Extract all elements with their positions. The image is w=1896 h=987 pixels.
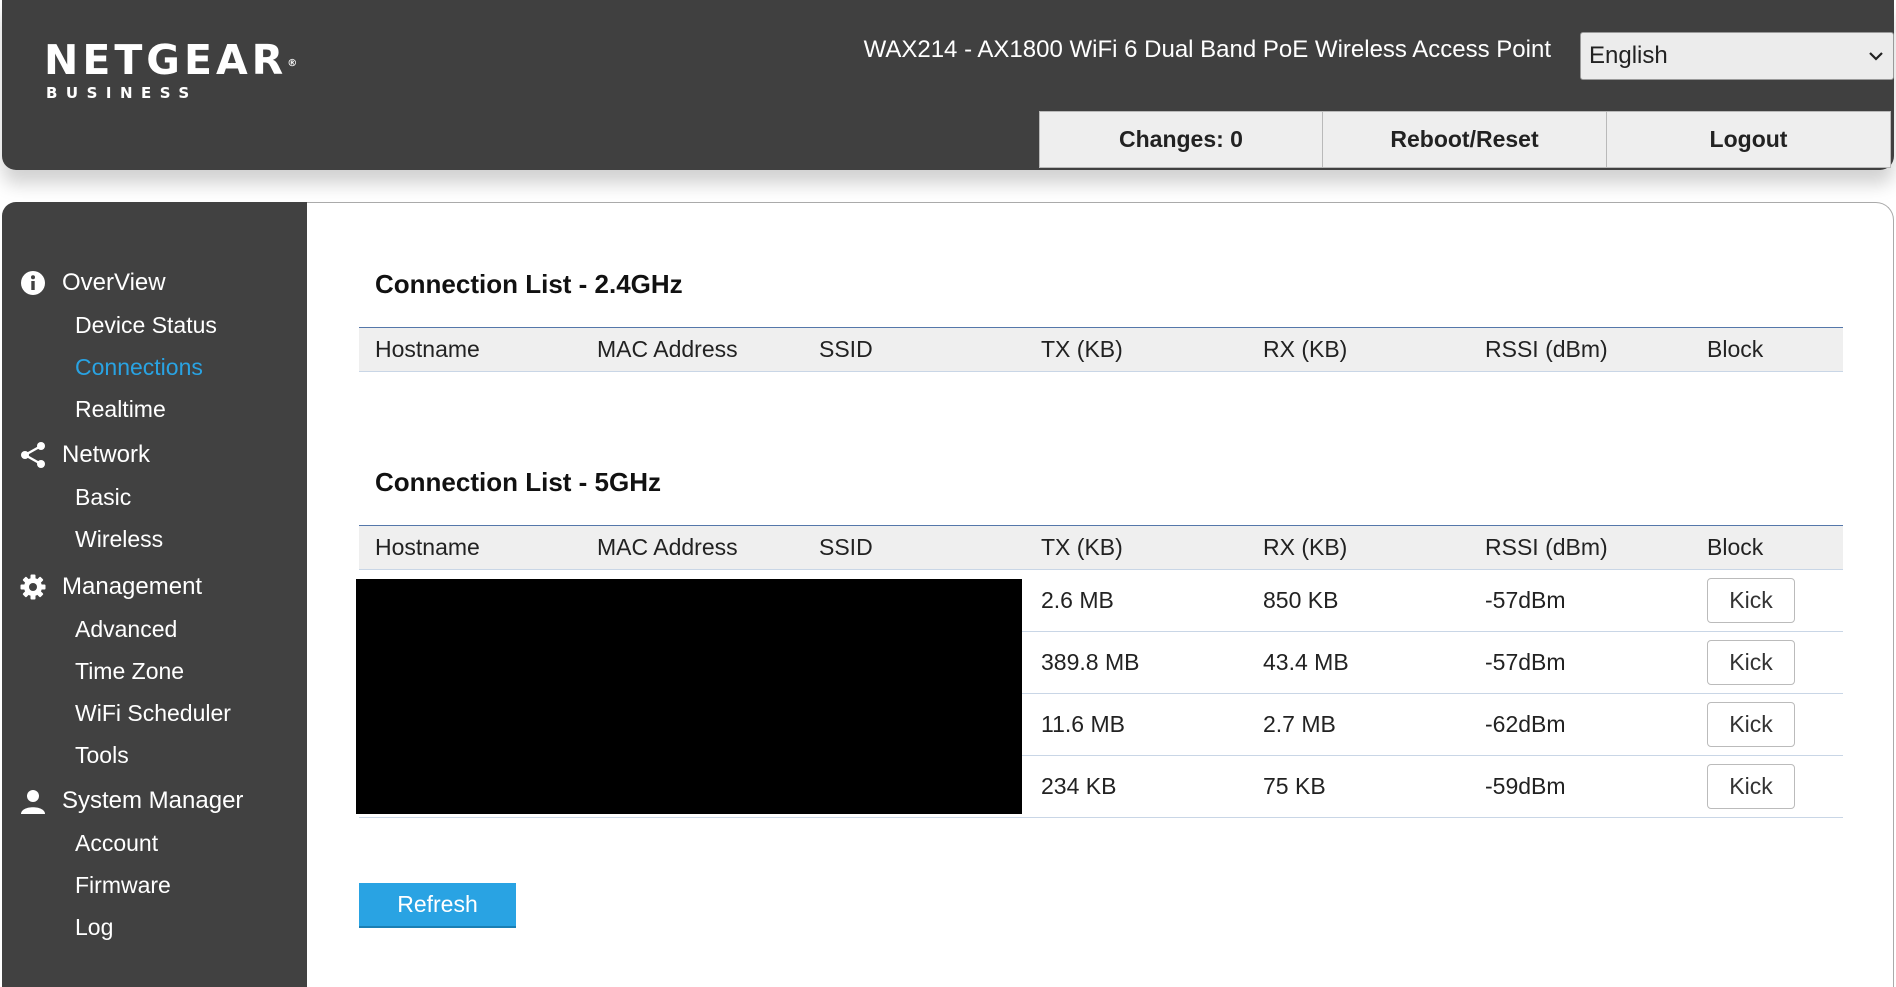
sidebar-group-label: Network	[62, 441, 151, 468]
cell-rx: 2.7 MB	[1263, 711, 1336, 737]
column-header-block: Block	[1707, 336, 1764, 362]
cell-rssi: -62dBm	[1485, 711, 1566, 737]
user-icon	[18, 786, 48, 816]
logo-wordmark: NETGEAR	[44, 36, 288, 84]
language-select[interactable]: English	[1580, 32, 1894, 80]
sidebar-item-wireless[interactable]: Wireless	[75, 526, 163, 553]
column-header-hostname: Hostname	[375, 336, 480, 362]
logout-button[interactable]: Logout	[1607, 111, 1891, 168]
kick-button[interactable]: Kick	[1707, 578, 1795, 623]
column-header-tx: TX (KB)	[1041, 336, 1123, 362]
column-header-ssid: SSID	[819, 534, 873, 560]
cell-rssi: -57dBm	[1485, 587, 1566, 613]
logo-subtitle: BUSINESS	[46, 84, 198, 102]
registered-mark: ®	[287, 58, 298, 69]
column-header-rx: RX (KB)	[1263, 534, 1348, 560]
sidebar-group-label: System Manager	[62, 787, 244, 814]
changes-button[interactable]: Changes: 0	[1039, 111, 1323, 168]
column-header-tx: TX (KB)	[1041, 534, 1123, 560]
refresh-button[interactable]: Refresh	[359, 883, 516, 928]
sidebar-item-realtime[interactable]: Realtime	[75, 396, 166, 423]
cell-rx: 850 KB	[1263, 587, 1339, 613]
cell-tx: 234 KB	[1041, 773, 1117, 799]
share-icon	[18, 440, 48, 470]
cell-tx: 2.6 MB	[1041, 587, 1114, 613]
column-header-hostname: Hostname	[375, 534, 480, 560]
column-header-rx: RX (KB)	[1263, 336, 1348, 362]
sidebar-group-overview[interactable]: OverView	[18, 268, 166, 298]
chevron-down-icon	[1859, 51, 1893, 61]
sidebar: OverView Device Status Connections Realt…	[2, 202, 307, 987]
cell-rssi: -57dBm	[1485, 649, 1566, 675]
product-title: WAX214 - AX1800 WiFi 6 Dual Band PoE Wir…	[863, 36, 1551, 63]
sidebar-group-label: OverView	[62, 269, 166, 296]
sidebar-item-time-zone[interactable]: Time Zone	[75, 658, 184, 685]
column-header-ssid: SSID	[819, 336, 873, 362]
column-header-mac-address: MAC Address	[597, 534, 738, 560]
sidebar-item-advanced[interactable]: Advanced	[75, 616, 177, 643]
sidebar-item-device-status[interactable]: Device Status	[75, 312, 217, 339]
kick-button[interactable]: Kick	[1707, 764, 1795, 809]
sidebar-item-wifi-scheduler[interactable]: WiFi Scheduler	[75, 700, 231, 727]
sidebar-item-connections[interactable]: Connections	[75, 354, 203, 381]
language-selected-value: English	[1589, 42, 1668, 69]
top-header: NETGEAR® BUSINESS WAX214 - AX1800 WiFi 6…	[2, 0, 1894, 170]
kick-button[interactable]: Kick	[1707, 640, 1795, 685]
cell-rssi: -59dBm	[1485, 773, 1566, 799]
cell-rx: 43.4 MB	[1263, 649, 1349, 675]
reboot-reset-button[interactable]: Reboot/Reset	[1323, 111, 1607, 168]
main-content: Connection List - 2.4GHz Hostname MAC Ad…	[307, 202, 1894, 987]
sidebar-group-network[interactable]: Network	[18, 440, 150, 470]
header-button-bar: Changes: 0 Reboot/Reset Logout	[1039, 111, 1891, 168]
section-title-5ghz: Connection List - 5GHz	[375, 467, 661, 497]
section-title-2-4ghz: Connection List - 2.4GHz	[375, 269, 683, 299]
gear-icon	[18, 572, 48, 602]
cell-tx: 11.6 MB	[1041, 711, 1125, 737]
netgear-logo: NETGEAR® BUSINESS	[44, 38, 297, 102]
sidebar-item-basic[interactable]: Basic	[75, 484, 131, 511]
column-header-rssi: RSSI (dBm)	[1485, 534, 1608, 560]
kick-button[interactable]: Kick	[1707, 702, 1795, 747]
sidebar-group-label: Management	[62, 573, 203, 600]
column-header-rssi: RSSI (dBm)	[1485, 336, 1608, 362]
sidebar-group-system-manager[interactable]: System Manager	[18, 786, 243, 816]
table-header: Hostname MAC Address SSID TX (KB) RX (KB…	[359, 525, 1843, 570]
sidebar-item-tools[interactable]: Tools	[75, 742, 129, 769]
column-header-mac-address: MAC Address	[597, 336, 738, 362]
cell-tx: 389.8 MB	[1041, 649, 1140, 675]
table-header: Hostname MAC Address SSID TX (KB) RX (KB…	[359, 327, 1843, 372]
info-icon	[18, 268, 48, 298]
sidebar-item-account[interactable]: Account	[75, 830, 158, 857]
sidebar-group-management[interactable]: Management	[18, 572, 202, 602]
column-header-block: Block	[1707, 534, 1764, 560]
connection-table-2-4ghz: Hostname MAC Address SSID TX (KB) RX (KB…	[359, 327, 1843, 372]
redaction-block	[356, 579, 1022, 814]
sidebar-item-firmware[interactable]: Firmware	[75, 872, 171, 899]
cell-rx: 75 KB	[1263, 773, 1326, 799]
sidebar-item-log[interactable]: Log	[75, 914, 113, 941]
